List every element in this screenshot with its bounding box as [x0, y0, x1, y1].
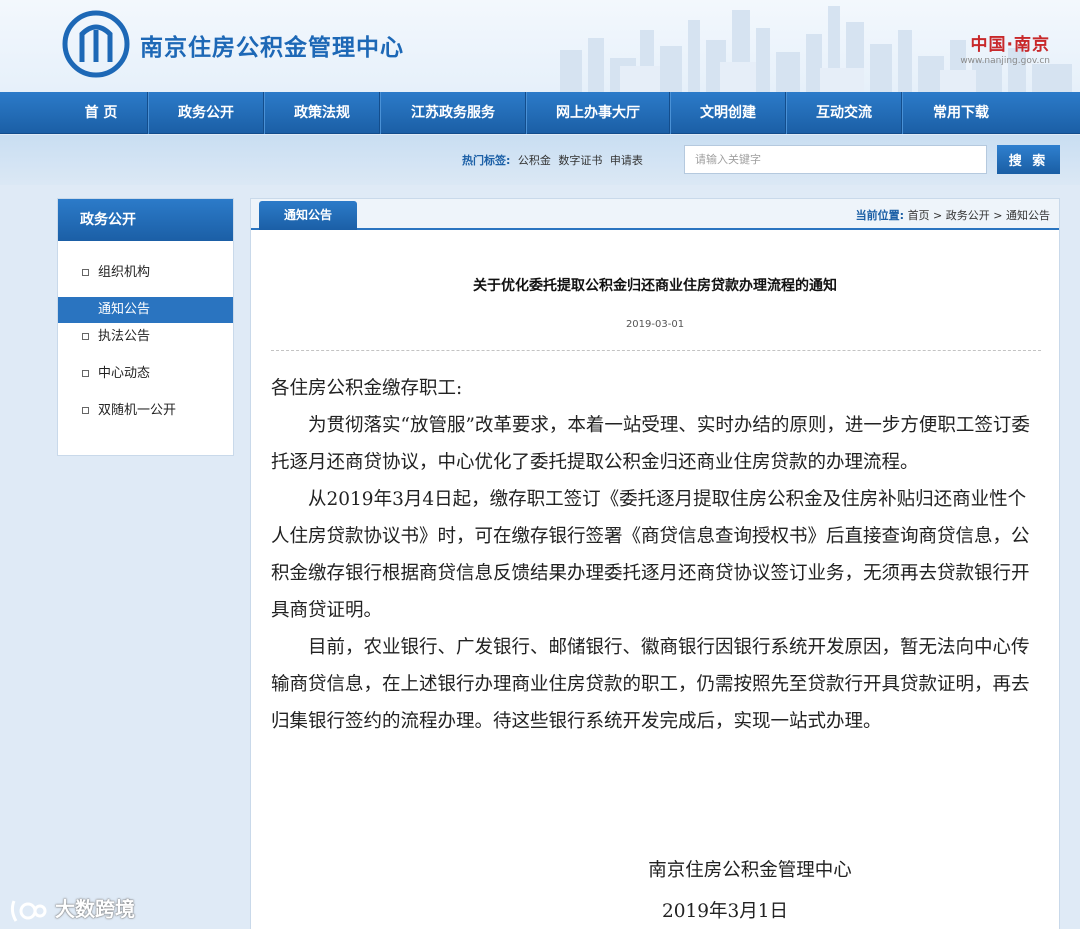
breadcrumb-link-home[interactable]: 首页: [908, 209, 930, 222]
sidebar-item-label: 组织机构: [98, 265, 151, 280]
breadcrumb-separator: >: [989, 209, 1006, 222]
sidebar-item-label: 通知公告: [98, 302, 151, 317]
sidebar-item-enforcement[interactable]: 执法公告: [58, 324, 233, 350]
tab-notices[interactable]: 通知公告: [259, 201, 357, 230]
breadcrumb-separator: >: [929, 209, 946, 222]
breadcrumb: 当前位置: 首页 > 政务公开 > 通知公告: [856, 207, 1050, 223]
sidebar: 政务公开 组织机构 通知公告 执法公告 中心动态 双随机一公开: [57, 198, 234, 456]
sidebar-item-label: 双随机一公开: [98, 403, 177, 418]
square-bullet-icon: [82, 370, 89, 377]
hot-tag-link[interactable]: 申请表: [610, 154, 643, 167]
article-body: 各住房公积金缴存职工: 为贯彻落实“放管服”改革要求，本着一站受理、实时办结的原…: [271, 370, 1041, 740]
search-bar: 热门标签: 公积金 数字证书 申请表 搜 索: [0, 135, 1080, 185]
signature-organization: 南京住房公积金管理中心: [648, 860, 852, 881]
sidebar-item-double-random[interactable]: 双随机一公开: [58, 398, 233, 424]
search-button[interactable]: 搜 索: [997, 145, 1060, 174]
breadcrumb-link-gov-affairs[interactable]: 政务公开: [946, 209, 990, 222]
nav-item-gov-affairs[interactable]: 政务公开: [149, 92, 263, 134]
watermark: 大数跨境: [8, 893, 135, 925]
sidebar-item-label: 执法公告: [98, 329, 151, 344]
article-title: 关于优化委托提取公积金归还商业住房贷款办理流程的通知: [473, 278, 837, 294]
site-logo-icon[interactable]: [62, 10, 130, 78]
article-salutation: 各住房公积金缴存职工:: [271, 378, 463, 399]
nav-item-downloads[interactable]: 常用下载: [903, 92, 1019, 134]
city-brand-logo[interactable]: 中国·南京 www.nanjing.gov.cn: [960, 30, 1050, 66]
main-content: 通知公告 当前位置: 首页 > 政务公开 > 通知公告 关于优化委托提取公积金归…: [250, 198, 1060, 929]
hot-tags-label: 热门标签:: [462, 154, 511, 167]
article-paragraph: 目前，农业银行、广发银行、邮储银行、徽商银行因银行系统开发原因，暂无法向中心传输…: [271, 637, 1030, 732]
site-title[interactable]: 南京住房公积金管理中心: [140, 28, 404, 62]
title-divider: [271, 350, 1041, 351]
nav-item-home[interactable]: 首 页: [55, 92, 147, 134]
sidebar-title: 政务公开: [58, 199, 233, 241]
nav-item-online-hall[interactable]: 网上办事大厅: [527, 92, 669, 134]
sidebar-item-news[interactable]: 中心动态: [58, 361, 233, 387]
watermark-logo-icon: [10, 899, 47, 922]
city-brand-name: 中国·南京: [970, 35, 1050, 55]
square-bullet-icon: [82, 407, 89, 414]
article-paragraph: 从2019年3月4日起，缴存职工签订《委托逐月提取住房公积金及住房补贴归还商业性…: [271, 489, 1030, 621]
article-date: 2019-03-01: [625, 319, 685, 330]
article-paragraph: 为贯彻落实“放管服”改革要求，本着一站受理、实时办结的原则，进一步方便职工签订委…: [271, 415, 1030, 473]
square-bullet-icon: [82, 269, 89, 276]
sidebar-item-organization[interactable]: 组织机构: [58, 260, 233, 286]
main-nav: 首 页 政务公开 政策法规 江苏政务服务 网上办事大厅 文明创建 互动交流 常用…: [0, 92, 1080, 134]
nav-item-policies[interactable]: 政策法规: [265, 92, 379, 134]
square-bullet-icon: [82, 333, 89, 340]
site-header: 南京住房公积金管理中心 中国·南京 www.nanjing.gov.cn: [0, 0, 1080, 92]
hot-tag-link[interactable]: 公积金: [518, 154, 551, 167]
nav-item-civilization[interactable]: 文明创建: [671, 92, 785, 134]
signature-date: 2019年3月1日: [661, 901, 789, 922]
nav-item-jiangsu-services[interactable]: 江苏政务服务: [381, 92, 525, 134]
sidebar-item-notices[interactable]: 通知公告: [58, 297, 233, 323]
city-brand-url: www.nanjing.gov.cn: [960, 56, 1050, 66]
breadcrumb-label: 当前位置:: [855, 209, 905, 222]
hot-tag-link[interactable]: 数字证书: [558, 154, 602, 167]
search-input[interactable]: [684, 145, 987, 174]
sidebar-item-label: 中心动态: [98, 366, 151, 381]
content-tabbar: 通知公告 当前位置: 首页 > 政务公开 > 通知公告: [251, 199, 1059, 230]
hot-tags: 热门标签: 公积金 数字证书 申请表: [462, 152, 643, 168]
watermark-text: 大数跨境: [54, 897, 135, 921]
nav-item-interaction[interactable]: 互动交流: [787, 92, 901, 134]
breadcrumb-link-notices[interactable]: 通知公告: [1006, 209, 1050, 222]
